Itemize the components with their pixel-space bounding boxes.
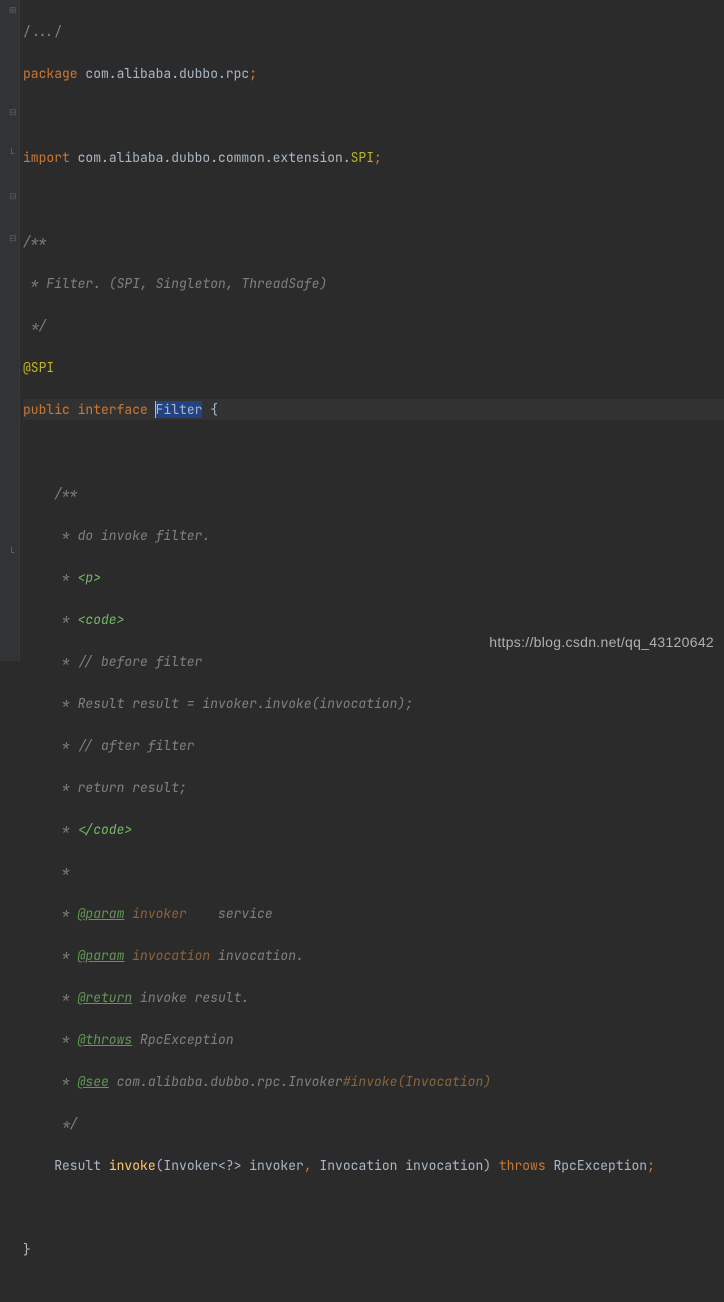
- javadoc-markup: <p>: [78, 569, 101, 586]
- paren-open: (: [397, 1073, 405, 1090]
- paren-close: ): [483, 1073, 491, 1090]
- import-class: SPI: [351, 149, 374, 166]
- javadoc-pre: *: [23, 989, 78, 1006]
- javadoc-open: /**: [23, 233, 46, 250]
- javadoc-close: */: [23, 317, 46, 334]
- javadoc-param-desc: service: [210, 905, 272, 922]
- javadoc-line: * Filter. (SPI, Singleton, ThreadSafe): [23, 275, 327, 292]
- javadoc-open: /**: [23, 485, 78, 502]
- semicolon: ;: [647, 1157, 655, 1174]
- indent: [23, 1157, 54, 1174]
- javadoc-line: *: [23, 821, 78, 838]
- selection-filter: Filter: [156, 401, 203, 418]
- throws-class: RpcException: [546, 1157, 647, 1174]
- javadoc-see-method: #invoke: [343, 1073, 398, 1090]
- javadoc-pre: *: [23, 1031, 78, 1048]
- javadoc-line: * return result;: [23, 779, 187, 796]
- fold-end-icon: └: [9, 150, 18, 159]
- gutter: ⊞ ⊟ └ ⊟ ⊟ └: [0, 0, 20, 661]
- javadoc-tag-see: @see: [78, 1073, 109, 1090]
- fold-collapse-icon[interactable]: ⊟: [9, 234, 18, 243]
- keyword-import: import: [23, 149, 70, 166]
- javadoc-markup: <code>: [78, 611, 125, 628]
- javadoc-param-name: invocation: [124, 947, 210, 964]
- brace-close: }: [23, 1241, 31, 1258]
- semicolon: ;: [249, 65, 257, 82]
- javadoc-tag-param: @param: [78, 947, 125, 964]
- package-name: com.alibaba.dubbo.rpc: [78, 65, 250, 82]
- keyword-throws: throws: [499, 1157, 546, 1174]
- javadoc-pre: *: [23, 1073, 78, 1090]
- javadoc-throws-desc: RpcException: [132, 1031, 233, 1048]
- code-area[interactable]: /.../ package com.alibaba.dubbo.rpc; imp…: [20, 0, 724, 661]
- method-params: (Invoker<?> invoker: [156, 1157, 304, 1174]
- javadoc-line: * Result result = invoker.invoke(invocat…: [23, 695, 413, 712]
- javadoc-param-name: invoker: [124, 905, 210, 922]
- fold-end-icon: └: [9, 549, 18, 558]
- javadoc-line: * do invoke filter.: [23, 527, 210, 544]
- brace-open: {: [202, 401, 218, 418]
- javadoc-tag-param: @param: [78, 905, 125, 922]
- javadoc-pre: *: [23, 947, 78, 964]
- javadoc-tag-throws: @throws: [78, 1031, 133, 1048]
- javadoc-see-arg: Invocation: [405, 1073, 483, 1090]
- javadoc-line: *: [23, 863, 70, 880]
- keyword-public: public: [23, 401, 78, 418]
- javadoc-line: *: [23, 611, 78, 628]
- javadoc-line: *: [23, 569, 78, 586]
- javadoc-param-desc: invocation.: [210, 947, 304, 964]
- fold-collapse-icon[interactable]: ⊟: [9, 192, 18, 201]
- javadoc-line: * // before filter: [23, 653, 202, 670]
- method-params: Invocation invocation): [312, 1157, 499, 1174]
- fold-collapse-icon[interactable]: ⊟: [9, 108, 18, 117]
- code-editor[interactable]: ⊞ ⊟ └ ⊟ ⊟ └ /.../ package com.alibaba.du…: [0, 0, 724, 661]
- folded-region[interactable]: /.../: [23, 23, 62, 40]
- javadoc-tag-return: @return: [78, 989, 133, 1006]
- javadoc-pre: *: [23, 905, 78, 922]
- watermark-text: https://blog.csdn.net/qq_43120642: [489, 632, 714, 653]
- semicolon: ;: [374, 149, 382, 166]
- javadoc-line: * // after filter: [23, 737, 195, 754]
- method-name: invoke: [109, 1157, 156, 1174]
- keyword-interface: interface: [78, 401, 156, 418]
- javadoc-markup: </code>: [78, 821, 133, 838]
- return-type: Result: [54, 1157, 109, 1174]
- javadoc-see-ref: com.alibaba.dubbo.rpc.Invoker: [109, 1073, 343, 1090]
- comma: ,: [304, 1157, 312, 1174]
- keyword-package: package: [23, 65, 78, 82]
- javadoc-return-desc: invoke result.: [132, 989, 249, 1006]
- fold-expand-icon[interactable]: ⊞: [9, 6, 18, 15]
- javadoc-close: */: [23, 1115, 78, 1132]
- import-path: com.alibaba.dubbo.common.extension.: [70, 149, 351, 166]
- annotation-spi: @SPI: [23, 359, 54, 376]
